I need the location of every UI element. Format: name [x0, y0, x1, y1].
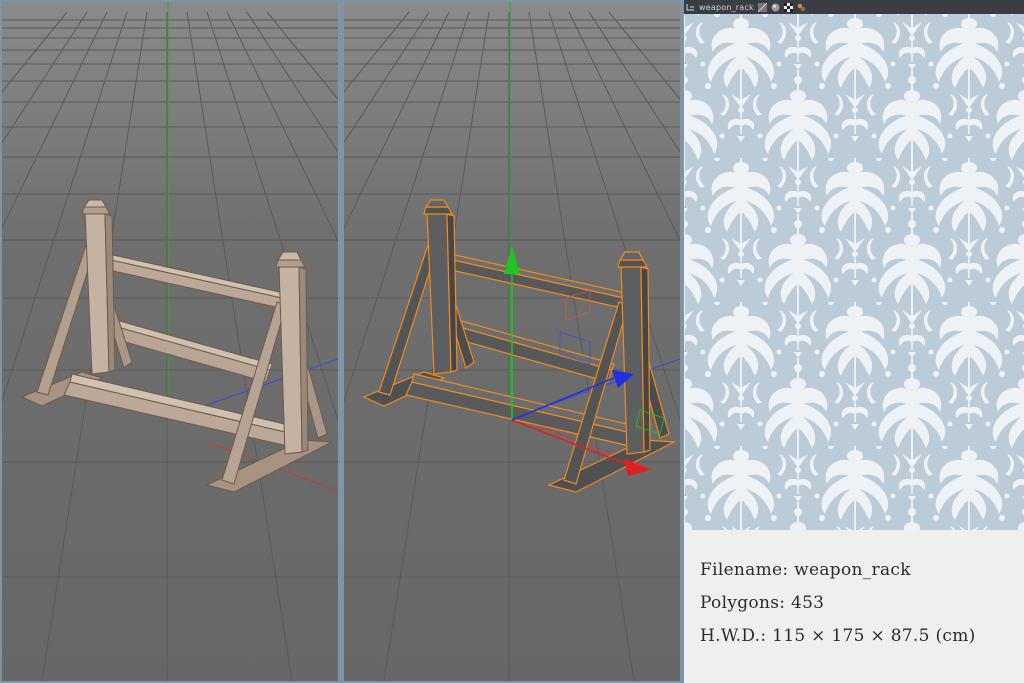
checker-icon[interactable]: [757, 2, 767, 12]
sphere-icon[interactable]: [771, 3, 780, 12]
texture-icon[interactable]: [797, 3, 806, 12]
hierarchy-icon[interactable]: [686, 3, 695, 12]
polygon-count-text: Polygons: 453: [700, 593, 825, 613]
model-info-box: Filename: weapon_rack Polygons: 453 H.W.…: [684, 530, 1024, 683]
filename-text: Filename: weapon_rack: [700, 560, 911, 580]
info-panel: weapon_rack Filename: weapon_rack Polygo…: [684, 0, 1024, 683]
checkerboard-icon[interactable]: [783, 2, 793, 12]
filename-tab[interactable]: weapon_rack: [699, 3, 754, 12]
dimensions-text: H.W.D.: 115 × 175 × 87.5 (cm): [700, 626, 976, 646]
viewport-shaded[interactable]: [344, 2, 680, 681]
thumbnail-toolbar: weapon_rack: [684, 0, 1024, 14]
viewport-textured[interactable]: [2, 2, 338, 681]
damask-wallpaper-texture: [684, 14, 1024, 530]
